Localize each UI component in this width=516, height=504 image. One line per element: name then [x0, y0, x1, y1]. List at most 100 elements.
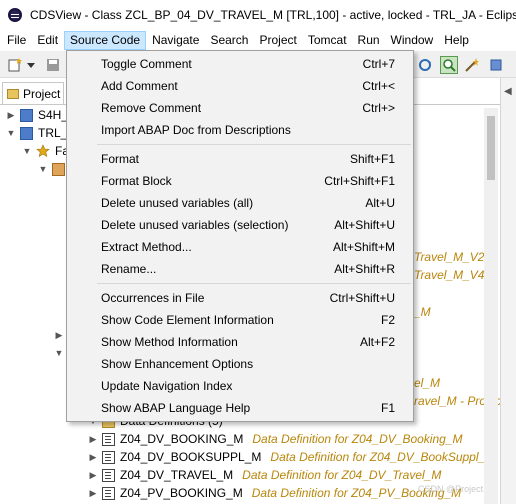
menu-navigate[interactable]: Navigate	[147, 31, 204, 50]
tree-node-label: TRL_	[38, 126, 68, 140]
tree-node-label: Z04_PV_BOOKING_M	[120, 486, 243, 500]
favorite-packages-icon	[36, 144, 50, 158]
tree-node-description: Data Definition for Z04_DV_Booking_M	[252, 432, 463, 446]
tree-node-data-definition[interactable]: ▶ Z04_PV_BOOKING_M Data Definition for Z04…	[88, 484, 462, 502]
tree-node-label: Z04_DV_TRAVEL_M	[120, 468, 234, 482]
expand-chevron-icon[interactable]: ▶	[6, 110, 16, 121]
menu-search[interactable]: Search	[205, 31, 253, 50]
menu-item-rename[interactable]: Rename... Alt+Shift+R	[69, 258, 411, 280]
tree-node-data-definition[interactable]: ▶ Z04_DV_BOOKING_M Data Definition for Z04…	[88, 430, 463, 448]
tree-node-favorites[interactable]: ▼ Fa	[22, 142, 69, 160]
abap-perspective-icon[interactable]	[440, 56, 458, 74]
tree-node-data-definition[interactable]: ▶ Z04_DV_TRAVEL_M Data Definition for Z04_…	[88, 466, 442, 484]
expand-chevron-icon[interactable]: ▶	[88, 434, 98, 445]
eclipse-window: CDSView - Class ZCL_BP_04_DV_TRAVEL_M [T…	[0, 0, 516, 504]
tree-node-label: Z04_DV_BOOKING_M	[120, 432, 244, 446]
menu-item-occurrences-in-file[interactable]: Occurrences in File Ctrl+Shift+U	[69, 287, 411, 309]
menu-item-show-enhancement-options[interactable]: Show Enhancement Options	[69, 353, 411, 375]
menu-item-remove-comment[interactable]: Remove Comment Ctrl+>	[69, 97, 411, 119]
menu-item-update-navigation-index[interactable]: Update Navigation Index	[69, 375, 411, 397]
refresh-icon[interactable]	[416, 56, 434, 74]
menu-item-label: Show Enhancement Options	[101, 357, 254, 371]
menu-item-label: Show Method Information	[101, 335, 238, 349]
menu-item-delete-unused-variables-selection[interactable]: Delete unused variables (selection) Alt+S…	[69, 214, 411, 236]
menu-item-format-block[interactable]: Format Block Ctrl+Shift+F1	[69, 170, 411, 192]
menu-item-shortcut: Ctrl+7	[362, 57, 395, 71]
scrollbar-thumb[interactable]	[487, 116, 495, 180]
save-icon[interactable]	[44, 56, 62, 74]
project-explorer-tab[interactable]: Project	[2, 82, 64, 104]
menu-item-shortcut: Alt+U	[365, 196, 395, 210]
new-dropdown-chevron-icon[interactable]	[26, 56, 36, 74]
menu-item-extract-method[interactable]: Extract Method... Alt+Shift+M	[69, 236, 411, 258]
menu-item-show-abap-language-help[interactable]: Show ABAP Language Help F1	[69, 397, 411, 419]
menu-item-show-method-information[interactable]: Show Method Information Alt+F2	[69, 331, 411, 353]
tree-node-description-partial: _M	[414, 305, 431, 319]
magic-wand-icon[interactable]	[463, 56, 481, 74]
collapse-chevron-icon[interactable]: ▼	[38, 164, 48, 174]
menu-item-shortcut: Ctrl+Shift+U	[329, 291, 395, 305]
menu-item-label: Import ABAP Doc from Descriptions	[101, 123, 291, 137]
project-explorer-tab-label: Project	[23, 86, 61, 101]
menu-item-format[interactable]: Format Shift+F1	[69, 148, 411, 170]
menu-item-delete-unused-variables-all[interactable]: Delete unused variables (all) Alt+U	[69, 192, 411, 214]
menu-window[interactable]: Window	[386, 31, 439, 50]
package-icon	[52, 162, 65, 176]
menu-run[interactable]: Run	[353, 31, 385, 50]
menu-project[interactable]: Project	[254, 31, 301, 50]
toolbar-item-icon[interactable]	[487, 56, 505, 74]
menu-item-import-abap-doc-from-descriptions[interactable]: Import ABAP Doc from Descriptions	[69, 119, 411, 141]
menu-edit[interactable]: Edit	[32, 31, 63, 50]
editor-area-edge: ◀	[500, 78, 516, 504]
menu-item-label: Show Code Element Information	[101, 313, 274, 327]
menu-tomcat[interactable]: Tomcat	[303, 31, 352, 50]
menu-item-label: Update Navigation Index	[101, 379, 233, 393]
menu-item-shortcut: F2	[380, 313, 395, 327]
tree-node-label: Z04_DV_BOOKSUPPL_M	[120, 450, 262, 464]
menu-item-shortcut: Alt+F2	[359, 335, 395, 349]
menu-item-label: Format	[101, 152, 140, 166]
collapse-chevron-icon[interactable]: ▼	[54, 348, 64, 358]
menu-item-label: Delete unused variables (all)	[101, 196, 254, 210]
menu-item-label: Format Block	[101, 174, 172, 188]
menu-item-shortcut: Ctrl+>	[362, 101, 395, 115]
tree-node-s4h[interactable]: ▶ S4H_	[6, 106, 69, 124]
expand-chevron-icon[interactable]: ▶	[88, 488, 98, 499]
menu-separator	[97, 144, 411, 145]
expand-chevron-icon[interactable]: ▶	[88, 452, 98, 463]
menu-separator	[97, 283, 411, 284]
menu-item-toggle-comment[interactable]: Toggle Comment Ctrl+7	[69, 53, 411, 75]
collapse-chevron-icon[interactable]: ▼	[6, 128, 16, 138]
menu-item-label: Remove Comment	[101, 101, 202, 115]
data-definition-icon	[102, 486, 115, 500]
data-definition-icon	[102, 468, 115, 482]
menu-item-label: Occurrences in File	[101, 291, 205, 305]
data-definition-icon	[102, 450, 115, 464]
tree-node-description: Data Definition for Z04_DV_Travel_M	[242, 468, 442, 482]
expand-chevron-icon[interactable]: ▶	[88, 470, 98, 481]
abap-project-icon	[20, 126, 33, 140]
menu-file[interactable]: File	[2, 31, 31, 50]
menu-source-code[interactable]: Source Code	[64, 31, 147, 50]
chevron-left-icon[interactable]: ◀	[504, 86, 512, 97]
menu-item-shortcut: Ctrl+<	[362, 79, 395, 93]
collapse-chevron-icon[interactable]: ▼	[22, 146, 32, 156]
tree-node-description-partial: el_M	[414, 376, 441, 390]
tree-node-description: Data Definition for Z04_DV_BookSuppl_M	[270, 450, 496, 464]
menu-item-shortcut: Shift+F1	[349, 152, 395, 166]
expand-chevron-icon[interactable]: ▶	[54, 330, 64, 341]
menu-help[interactable]: Help	[439, 31, 474, 50]
menu-item-label: Extract Method...	[101, 240, 192, 254]
window-title: CDSView - Class ZCL_BP_04_DV_TRAVEL_M [T…	[30, 8, 516, 22]
menu-item-shortcut: F1	[380, 401, 395, 415]
menu-item-shortcut: Alt+Shift+M	[332, 240, 395, 254]
new-icon[interactable]	[6, 56, 24, 74]
project-explorer-icon	[7, 88, 19, 99]
menu-item-show-code-element-information[interactable]: Show Code Element Information F2	[69, 309, 411, 331]
vertical-scrollbar[interactable]	[484, 108, 498, 504]
menu-item-label: Toggle Comment	[101, 57, 192, 71]
tree-node-trl[interactable]: ▼ TRL_	[6, 124, 68, 142]
menu-item-label: Rename...	[101, 262, 157, 276]
tree-node-data-definition[interactable]: ▶ Z04_DV_BOOKSUPPL_M Data Definition for Z…	[88, 448, 496, 466]
menu-item-add-comment[interactable]: Add Comment Ctrl+<	[69, 75, 411, 97]
